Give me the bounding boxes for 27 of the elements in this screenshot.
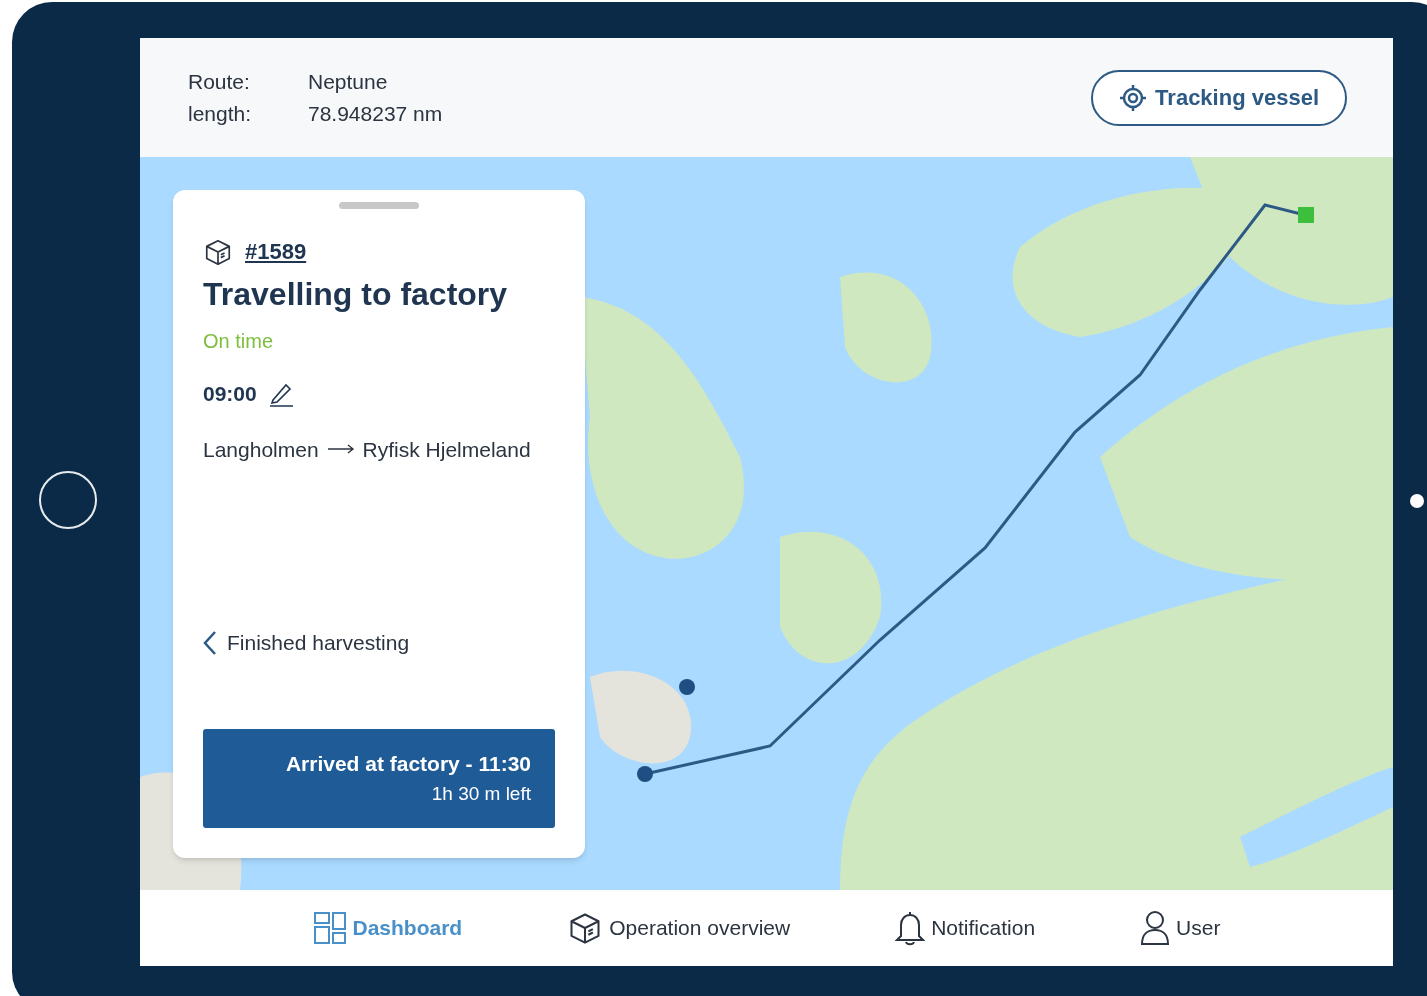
departure-time: 09:00 <box>203 381 257 407</box>
order-link[interactable]: #1589 <box>245 235 307 268</box>
vessel-marker[interactable] <box>679 679 695 695</box>
field-label: Route: <box>188 68 251 95</box>
nav-tab[interactable]: Operation overview <box>567 910 791 946</box>
origin-text: Langholmen <box>203 436 319 463</box>
target-icon <box>1119 83 1148 112</box>
destination-text: Ryfisk Hjelmeland <box>362 436 531 463</box>
field-value: 78.948237 nm <box>308 100 443 127</box>
nav-tab[interactable]: Notification <box>895 910 1036 946</box>
chevron-left-icon <box>203 629 217 656</box>
nav-tab[interactable]: User <box>1140 910 1221 946</box>
arrived-button[interactable]: Arrived at factory - 11:30 1h 30 m left <box>203 728 555 828</box>
home-button[interactable] <box>39 471 97 529</box>
bell-icon <box>895 910 926 946</box>
tracking-vessel-button[interactable]: Tracking vessel <box>1091 69 1347 126</box>
start-marker[interactable] <box>637 766 653 782</box>
dashboard-icon <box>312 911 347 945</box>
field-label: length: <box>188 100 253 127</box>
destination-marker[interactable] <box>1298 207 1314 223</box>
card-title: Travelling to factory <box>203 275 509 314</box>
field-value: Neptune <box>308 68 389 95</box>
arrow-icon <box>326 444 355 455</box>
status-text: On time <box>203 329 275 354</box>
back-link[interactable]: Finished harvesting <box>203 627 555 659</box>
drag-handle[interactable] <box>339 202 419 209</box>
user-icon <box>1140 910 1171 946</box>
